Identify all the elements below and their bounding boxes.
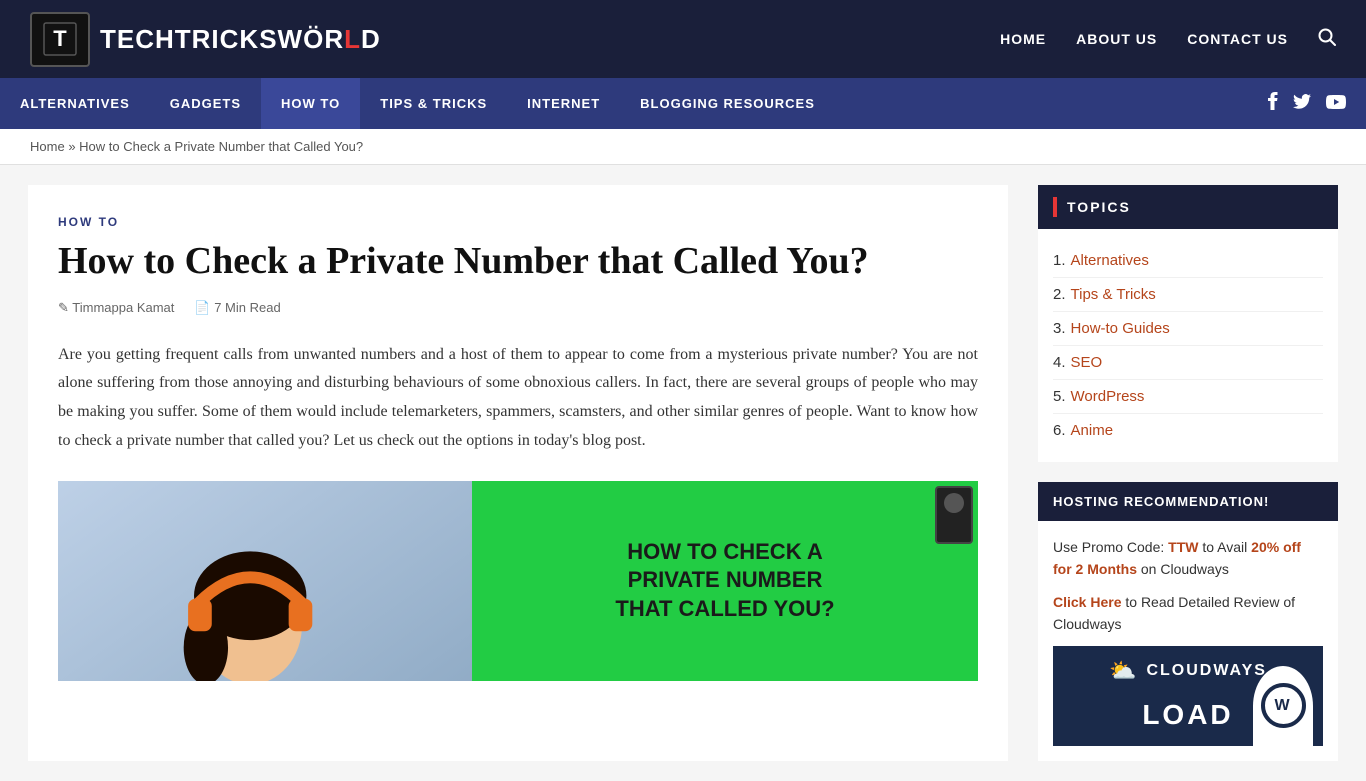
topic-link-alternatives[interactable]: Alternatives xyxy=(1071,252,1149,269)
topic-link-anime[interactable]: Anime xyxy=(1071,422,1114,439)
nav-about[interactable]: ABOUT US xyxy=(1076,31,1157,47)
hosting-widget: HOSTING RECOMMENDATION! Use Promo Code: … xyxy=(1038,482,1338,761)
topic-item-alternatives: 1. Alternatives xyxy=(1053,244,1323,278)
wordpress-banner-icon: W xyxy=(1253,666,1313,746)
hosting-header: HOSTING RECOMMENDATION! xyxy=(1038,482,1338,521)
subnav-howto[interactable]: HOW TO xyxy=(261,78,360,129)
social-links xyxy=(1268,92,1366,115)
article-title: How to Check a Private Number that Calle… xyxy=(58,239,978,285)
article: HOW TO How to Check a Private Number tha… xyxy=(28,185,1008,761)
header-nav: HOME ABOUT US CONTACT US xyxy=(1000,28,1336,51)
logo-text: TECHTRICKSWÖRLD xyxy=(100,24,381,55)
hosting-promo-suffix: to Avail xyxy=(1199,539,1252,555)
topics-list: 1. Alternatives 2. Tips & Tricks 3. How-… xyxy=(1038,229,1338,462)
topic-link-wordpress[interactable]: WordPress xyxy=(1071,388,1145,405)
site-header: T TECHTRICKSWÖRLD HOME ABOUT US CONTACT … xyxy=(0,0,1366,78)
topic-item-wordpress: 5. WordPress xyxy=(1053,380,1323,414)
article-image-left xyxy=(58,481,472,681)
hosting-on: on Cloudways xyxy=(1137,561,1229,577)
hosting-banner: ⛅ CLOUDWAYS LOAD W xyxy=(1053,646,1323,746)
subnav-blogging[interactable]: BLOGGING RESOURCES xyxy=(620,78,835,129)
article-body: Are you getting frequent calls from unwa… xyxy=(58,341,978,456)
main-container: HOW TO How to Check a Private Number tha… xyxy=(13,165,1353,781)
cloudways-logo: ⛅ CLOUDWAYS xyxy=(1109,653,1267,688)
topic-item-howto: 3. How-to Guides xyxy=(1053,312,1323,346)
banner-load-text: LOAD xyxy=(1142,693,1233,738)
nav-home[interactable]: HOME xyxy=(1000,31,1046,47)
sub-navigation: ALTERNATIVES GADGETS HOW TO TIPS & TRICK… xyxy=(0,78,1366,129)
article-author: Timmappa Kamat xyxy=(58,300,174,316)
subnav-tips[interactable]: TIPS & TRICKS xyxy=(360,78,507,129)
topic-item-anime: 6. Anime xyxy=(1053,414,1323,447)
cloud-icon: ⛅ xyxy=(1109,653,1138,688)
nav-contact[interactable]: CONTACT US xyxy=(1187,31,1288,47)
article-image-text: HOW TO CHECK A PRIVATE NUMBER THAT CALLE… xyxy=(615,538,834,624)
breadcrumb-current: How to Check a Private Number that Calle… xyxy=(79,139,363,154)
subnav-internet[interactable]: INTERNET xyxy=(507,78,620,129)
logo-icon: T xyxy=(30,12,90,67)
breadcrumb-home[interactable]: Home xyxy=(30,139,65,154)
site-logo[interactable]: T TECHTRICKSWÖRLD xyxy=(30,12,381,67)
topic-link-howto[interactable]: How-to Guides xyxy=(1071,320,1170,337)
article-category: HOW TO xyxy=(58,215,978,229)
search-button[interactable] xyxy=(1318,28,1336,51)
youtube-link[interactable] xyxy=(1326,93,1346,114)
topic-item-seo: 4. SEO xyxy=(1053,346,1323,380)
topics-header: TOPICS xyxy=(1038,185,1338,229)
article-meta: Timmappa Kamat 7 Min Read xyxy=(58,300,978,316)
topic-link-tips[interactable]: Tips & Tricks xyxy=(1071,286,1156,303)
twitter-link[interactable] xyxy=(1293,93,1311,114)
hosting-click-link[interactable]: Click Here xyxy=(1053,594,1121,610)
subnav-links: ALTERNATIVES GADGETS HOW TO TIPS & TRICK… xyxy=(0,78,835,129)
breadcrumb-separator: » xyxy=(68,139,79,154)
subnav-gadgets[interactable]: GADGETS xyxy=(150,78,261,129)
cloudways-logo-area: ⛅ CLOUDWAYS LOAD xyxy=(1109,653,1267,738)
svg-text:T: T xyxy=(53,26,67,51)
topics-header-accent xyxy=(1053,197,1057,217)
article-image-right: HOW TO CHECK A PRIVATE NUMBER THAT CALLE… xyxy=(472,481,978,681)
article-image: HOW TO CHECK A PRIVATE NUMBER THAT CALLE… xyxy=(58,481,978,681)
topic-link-seo[interactable]: SEO xyxy=(1071,354,1103,371)
hosting-promo-prefix: Use Promo Code: xyxy=(1053,539,1168,555)
breadcrumb: Home » How to Check a Private Number tha… xyxy=(0,129,1366,165)
topics-widget: TOPICS 1. Alternatives 2. Tips & Tricks … xyxy=(1038,185,1338,462)
subnav-alternatives[interactable]: ALTERNATIVES xyxy=(0,78,150,129)
hosting-body: Use Promo Code: TTW to Avail 20% off for… xyxy=(1038,521,1338,761)
wp-circle: W xyxy=(1261,683,1306,728)
topic-item-tips: 2. Tips & Tricks xyxy=(1053,278,1323,312)
facebook-link[interactable] xyxy=(1268,92,1278,115)
hosting-promo-code: TTW xyxy=(1168,539,1198,555)
article-read-time: 7 Min Read xyxy=(194,300,280,316)
sidebar: TOPICS 1. Alternatives 2. Tips & Tricks … xyxy=(1038,185,1338,761)
